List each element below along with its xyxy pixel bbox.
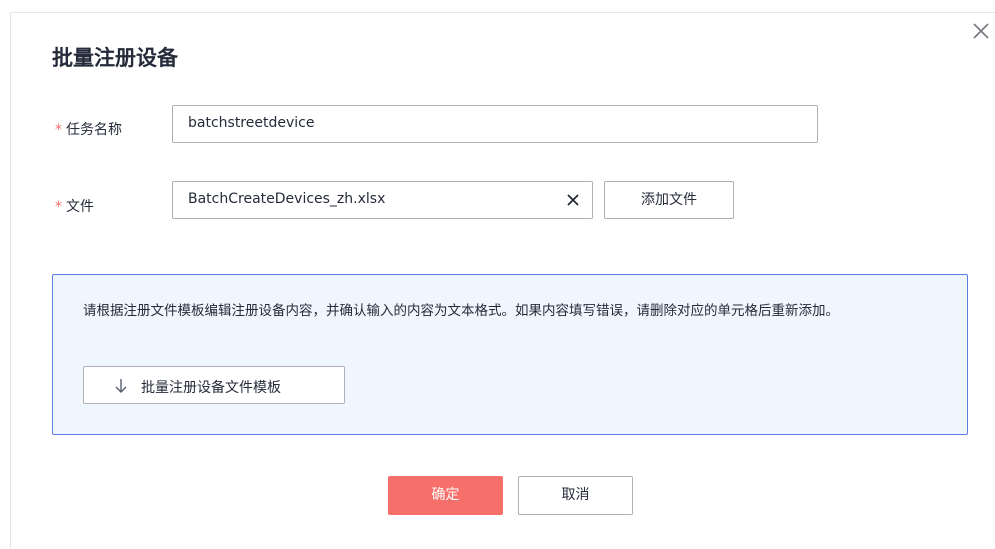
clear-file-icon[interactable] (564, 191, 582, 209)
task-name-label: * 任务名称 (55, 119, 122, 139)
close-icon[interactable] (969, 19, 993, 43)
info-text: 请根据注册文件模板编辑注册设备内容，并确认输入的内容为文本格式。如果内容填写错误… (83, 303, 839, 319)
info-panel: 请根据注册文件模板编辑注册设备内容，并确认输入的内容为文本格式。如果内容填写错误… (52, 274, 968, 435)
dialog-title: 批量注册设备 (52, 46, 178, 70)
file-label: * 文件 (55, 196, 94, 216)
arrow-down-icon (115, 379, 127, 393)
task-name-input[interactable]: batchstreetdevice (172, 105, 818, 143)
file-value: BatchCreateDevices_zh.xlsx (188, 191, 386, 207)
task-name-label-text: 任务名称 (66, 122, 122, 138)
download-template-label: 批量注册设备文件模板 (141, 380, 281, 396)
ok-button[interactable]: 确定 (388, 476, 503, 515)
download-template-button[interactable]: 批量注册设备文件模板 (83, 366, 345, 404)
task-name-value: batchstreetdevice (188, 115, 315, 131)
required-mark: * (55, 122, 62, 138)
required-mark: * (55, 199, 62, 215)
file-label-text: 文件 (66, 199, 94, 215)
add-file-button[interactable]: 添加文件 (604, 181, 734, 219)
file-input[interactable]: BatchCreateDevices_zh.xlsx (172, 181, 593, 219)
cancel-button[interactable]: 取消 (518, 476, 633, 515)
